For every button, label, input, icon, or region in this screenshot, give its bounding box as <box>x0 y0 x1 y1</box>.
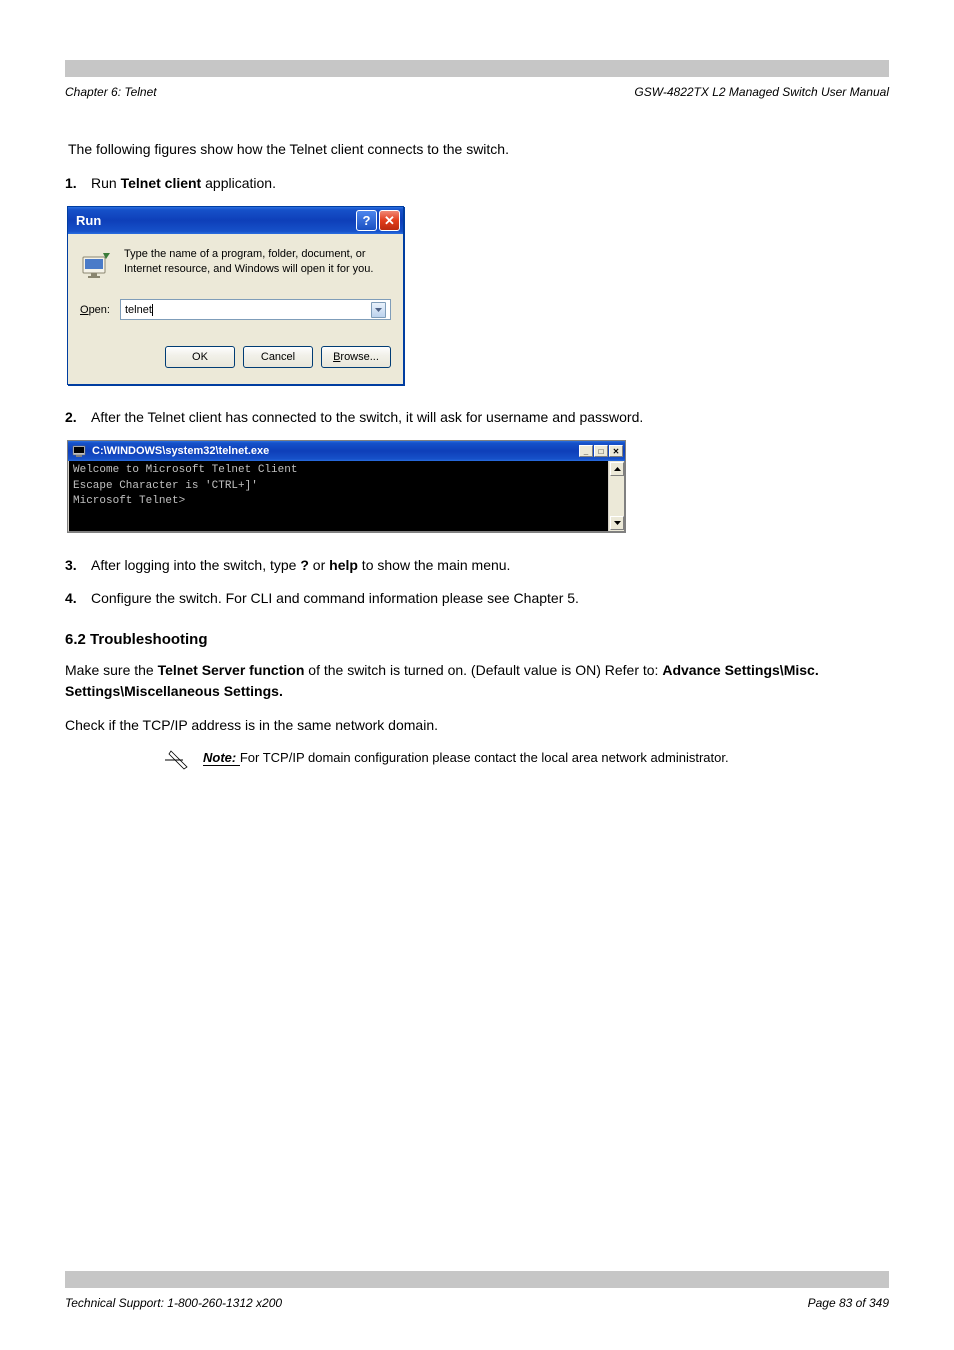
telnet-title-text: C:\WINDOWS\system32\telnet.exe <box>92 445 578 457</box>
telnet-app-icon <box>71 443 87 459</box>
open-dropdown-button[interactable] <box>371 302 386 318</box>
console-line: Microsoft Telnet> <box>73 494 604 509</box>
step-1-rest: application. <box>205 175 276 191</box>
step-3: 3. After logging into the switch, type ?… <box>65 555 889 576</box>
pencil-icon <box>165 749 193 771</box>
header-separator <box>65 60 889 77</box>
step-3-bold2: help <box>329 557 358 573</box>
troubleshooting-body-1: Make sure the Telnet Server function of … <box>65 660 889 701</box>
run-dialog-title: Run <box>76 213 354 228</box>
run-dialog-description: Type the name of a program, folder, docu… <box>124 247 391 277</box>
telnet-close-button[interactable]: ✕ <box>609 445 623 457</box>
intro-paragraph: The following figures show how the Telne… <box>68 139 889 159</box>
telnet-window: C:\WINDOWS\system32\telnet.exe _ □ ✕ Wel… <box>67 440 626 533</box>
step-2: 2. After the Telnet client has connected… <box>65 407 889 428</box>
run-dialog-titlebar: Run ? ✕ <box>68 207 403 234</box>
troubleshooting-body-2: Check if the TCP/IP address is in the sa… <box>65 715 889 735</box>
step-3-prefix: After logging into the switch, type <box>91 557 300 573</box>
console-line: Escape Character is 'CTRL+]' <box>73 479 604 494</box>
console-line: Welcome to Microsoft Telnet Client <box>73 463 604 478</box>
note-text: For TCP/IP domain configuration please c… <box>240 750 729 765</box>
note-label: Note: <box>203 750 240 766</box>
run-icon <box>80 249 112 281</box>
step-3-mid: or <box>309 557 329 573</box>
scroll-up-button[interactable] <box>610 462 624 476</box>
step-1-number: 1. <box>65 173 91 194</box>
step-2-number: 2. <box>65 407 91 428</box>
footer-support: Technical Support: 1-800-260-1312 x200 <box>65 1296 282 1310</box>
maximize-button[interactable]: □ <box>594 445 608 457</box>
run-dialog: Run ? ✕ Type the name of a program, fold… <box>67 206 404 385</box>
note-block: Note: For TCP/IP domain configuration pl… <box>165 749 889 771</box>
step-4-number: 4. <box>65 588 91 609</box>
open-input[interactable]: telnet <box>120 299 391 320</box>
step-1-bold: Telnet client <box>121 175 206 191</box>
header-chapter: Chapter 6: Telnet <box>65 85 157 99</box>
footer-page: Page 83 of 349 <box>808 1296 889 1310</box>
ok-button[interactable]: OK <box>165 346 235 368</box>
step-3-rest: to show the main menu. <box>358 557 511 573</box>
open-label: Open: <box>80 304 110 316</box>
telnet-scrollbar[interactable] <box>608 461 624 531</box>
help-button[interactable]: ? <box>356 210 377 231</box>
step-4: 4. Configure the switch. For CLI and com… <box>65 588 889 609</box>
step-3-bold1: ? <box>300 557 309 573</box>
minimize-button[interactable]: _ <box>579 445 593 457</box>
footer-separator <box>65 1271 889 1288</box>
scroll-down-button[interactable] <box>610 516 624 530</box>
step-4-text: Configure the switch. For CLI and comman… <box>91 588 889 609</box>
browse-button[interactable]: Browse... <box>321 346 391 368</box>
telnet-titlebar: C:\WINDOWS\system32\telnet.exe _ □ ✕ <box>68 441 625 461</box>
open-input-value: telnet <box>125 304 152 316</box>
step-2-text: After the Telnet client has connected to… <box>91 407 889 428</box>
troubleshooting-heading: 6.2 Troubleshooting <box>65 631 889 648</box>
step-1-prefix: Run <box>91 175 121 191</box>
step-3-number: 3. <box>65 555 91 576</box>
telnet-console[interactable]: Welcome to Microsoft Telnet Client Escap… <box>69 461 608 531</box>
close-button[interactable]: ✕ <box>379 210 400 231</box>
header-product: GSW-4822TX L2 Managed Switch User Manual <box>634 85 889 99</box>
cancel-button[interactable]: Cancel <box>243 346 313 368</box>
step-1: 1. Run Telnet client application. <box>65 173 889 194</box>
